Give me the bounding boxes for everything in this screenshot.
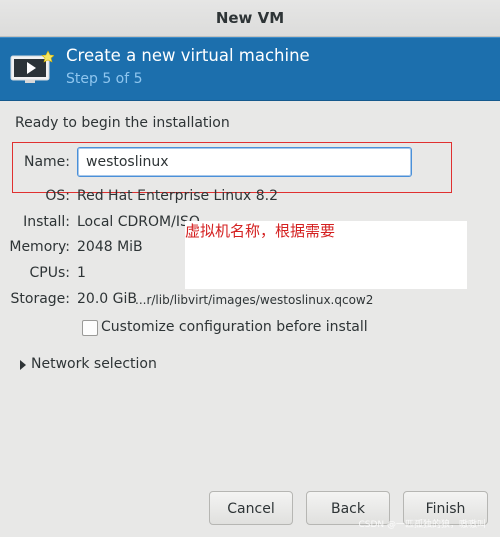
memory-label: Memory: [9, 239, 70, 255]
expander-arrow-icon[interactable] [20, 360, 26, 370]
storage-path: ...r/lib/libvirt/images/westoslinux.qcow… [135, 293, 374, 307]
customize-checkbox[interactable] [82, 320, 98, 336]
banner-step: Step 5 of 5 [66, 71, 143, 87]
title-bar: New VM [0, 0, 500, 37]
cancel-button[interactable]: Cancel [209, 491, 293, 525]
memory-value: 2048 MiB [77, 239, 143, 255]
watermark: CSDN @一匹孤独的狼，嗷嗷叫 [358, 520, 486, 530]
network-selection-expander[interactable]: Network selection [31, 356, 157, 372]
window-title: New VM [215, 9, 285, 27]
storage-label: Storage: [10, 291, 71, 307]
annotation-text: 虚拟机名称，根据需要 [185, 222, 336, 240]
install-label: Install: [23, 214, 70, 230]
install-value: Local CDROM/ISO [77, 214, 200, 230]
cpus-label: CPUs: [29, 265, 70, 281]
customize-label[interactable]: Customize configuration before install [101, 319, 368, 335]
ready-text: Ready to begin the installation [15, 115, 230, 131]
banner-heading: Create a new virtual machine [66, 46, 310, 65]
wizard-banner: Create a new virtual machine Step 5 of 5 [0, 37, 500, 101]
storage-size: 20.0 GiB [77, 291, 137, 307]
cpus-value: 1 [77, 265, 86, 281]
annotation-highlight-box [12, 142, 452, 193]
os-value: Red Hat Enterprise Linux 8.2 [77, 188, 278, 204]
os-label: OS: [45, 188, 70, 204]
vm-monitor-icon [10, 50, 54, 83]
